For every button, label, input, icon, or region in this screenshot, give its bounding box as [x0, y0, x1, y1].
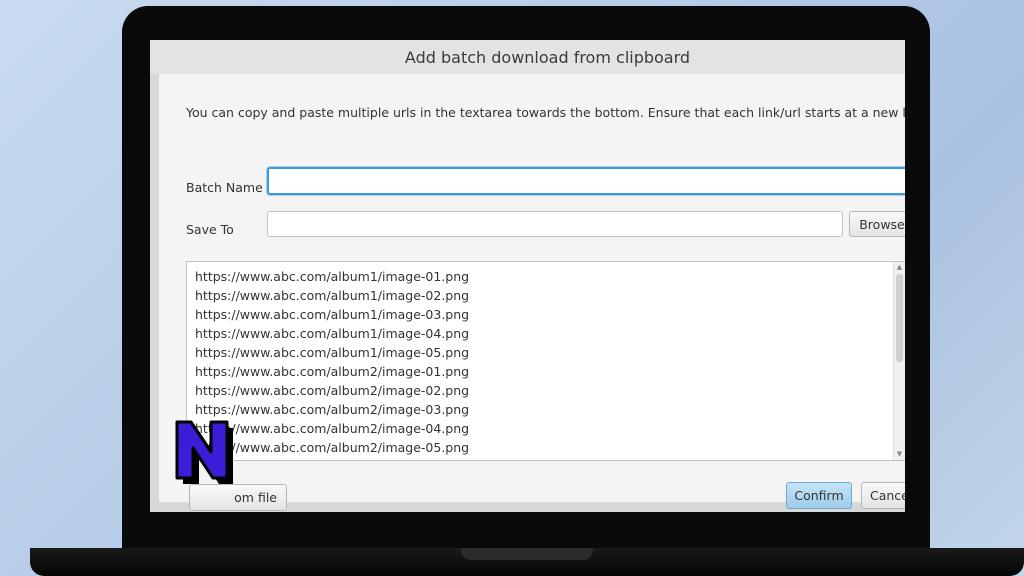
batch-name-input[interactable]: [267, 167, 905, 195]
batch-download-dialog: You can copy and paste multiple urls in …: [159, 74, 905, 511]
laptop-screen: Add batch download from clipboard You ca…: [150, 40, 905, 512]
url-line: https://www.abc.com/album2/image-01.png: [195, 364, 470, 379]
scroll-up-icon[interactable]: ▲: [895, 263, 904, 272]
scroll-thumb[interactable]: [896, 274, 903, 362]
url-line: https://www.abc.com/album1/image-01.png: [195, 269, 470, 284]
confirm-button[interactable]: Confirm: [786, 482, 852, 509]
browse-button[interactable]: Browse: [849, 211, 905, 237]
dialog-titlebar[interactable]: Add batch download from clipboard: [150, 40, 905, 74]
instructions-text: You can copy and paste multiple urls in …: [186, 105, 905, 120]
url-line: https://www.abc.com/album2/image-03.png: [195, 402, 470, 417]
save-to-input[interactable]: [267, 211, 843, 237]
save-to-label: Save To: [186, 222, 234, 237]
dialog-title: Add batch download from clipboard: [404, 47, 691, 67]
from-file-button[interactable]: om file: [189, 484, 287, 511]
url-line: https://www.abc.com/album1/image-05.png: [195, 345, 470, 360]
scroll-down-icon[interactable]: ▼: [895, 450, 904, 459]
url-textarea[interactable]: https://www.abc.com/album1/image-01.png h…: [186, 261, 905, 461]
url-line: https://www.abc.com/album1/image-03.png: [195, 307, 470, 322]
url-line: https://www.abc.com/album1/image-02.png: [195, 288, 470, 303]
url-line: https://www.abc.com/album2/image-02.png: [195, 383, 470, 398]
laptop-notch: [461, 548, 593, 560]
url-scrollbar[interactable]: ▲ ▼: [893, 262, 905, 460]
cancel-button[interactable]: Cancel: [861, 482, 905, 509]
n-logo-icon: [175, 420, 233, 484]
url-line: https://www.abc.com/album1/image-04.png: [195, 326, 470, 341]
batch-name-label: Batch Name: [186, 180, 263, 195]
